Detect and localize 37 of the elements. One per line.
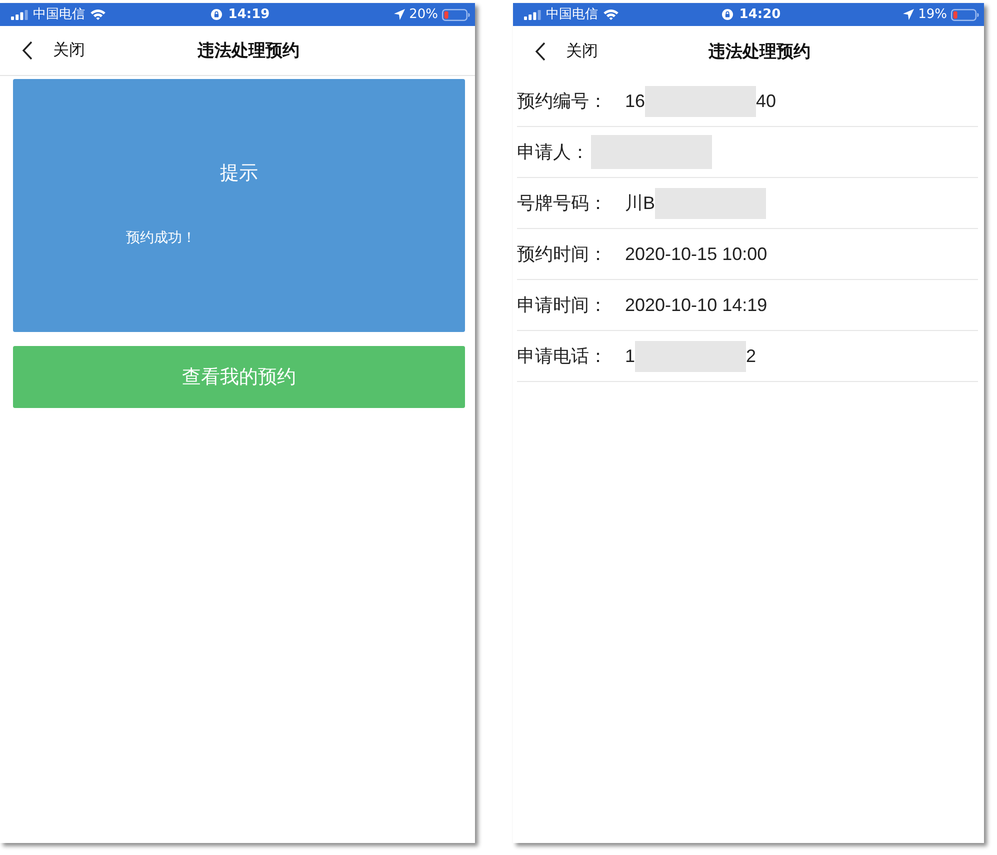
- battery-percent: 19%: [918, 7, 947, 22]
- dialog-title: 提示: [220, 161, 258, 185]
- location-arrow-icon: [903, 9, 914, 20]
- field-value: 2020-10-10 14:19: [625, 294, 768, 316]
- field-value: 2020-10-15 10:00: [625, 244, 768, 264]
- field-label: 号牌号码：: [517, 192, 608, 215]
- dialog-message: 预约成功！: [126, 229, 196, 247]
- field-label: 预约编号：: [517, 90, 608, 113]
- wifi-icon: [90, 9, 106, 20]
- page-title: 违法处理预约: [198, 40, 300, 62]
- field-value: 16: [625, 90, 646, 112]
- wifi-icon: [603, 9, 619, 20]
- status-time: 14:20: [739, 7, 781, 22]
- field-label: 预约时间：: [517, 243, 608, 266]
- battery-percent: 20%: [409, 7, 438, 22]
- field-value: 40: [756, 90, 776, 112]
- lock-icon: [211, 9, 222, 20]
- battery-icon: [442, 8, 470, 20]
- status-time: 14:19: [228, 7, 270, 22]
- lock-icon: [722, 9, 734, 20]
- carrier-name: 中国电信: [33, 7, 85, 22]
- chevron-left-icon[interactable]: [22, 41, 33, 60]
- field-value: 川B: [625, 192, 656, 215]
- field-label: 申请电话：: [517, 345, 608, 368]
- close-button[interactable]: 关闭: [53, 40, 85, 61]
- field-value: 2: [746, 346, 756, 366]
- close-button[interactable]: 关闭: [566, 40, 598, 62]
- field-value: 1: [625, 346, 636, 366]
- battery-icon: [951, 8, 979, 20]
- chevron-left-icon[interactable]: [535, 42, 546, 60]
- field-label: 申请时间：: [517, 294, 608, 317]
- field-label: 申请人：: [517, 141, 590, 164]
- signal-bars-icon: [11, 10, 28, 20]
- location-arrow-icon: [394, 9, 406, 20]
- carrier-name: 中国电信: [546, 7, 598, 22]
- page-title: 违法处理预约: [708, 40, 810, 62]
- signal-bars-icon: [524, 10, 541, 20]
